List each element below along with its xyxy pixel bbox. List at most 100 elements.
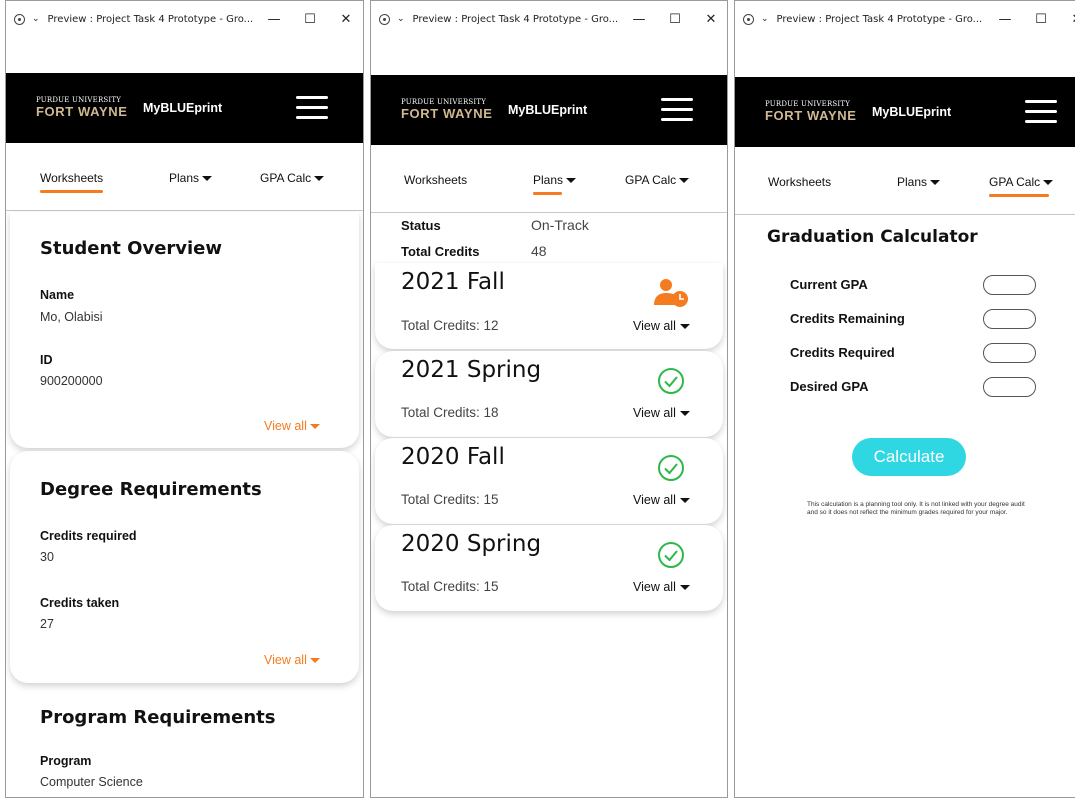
status-label: Status <box>401 218 441 233</box>
app-header: PURDUE UNIVERSITY FORT WAYNE MyBLUEprint <box>735 77 1075 147</box>
tab-plans[interactable]: Plans <box>169 171 213 185</box>
tab-plans[interactable]: Plans <box>897 175 941 189</box>
id-label: ID <box>40 353 53 367</box>
view-all-link[interactable]: View all <box>633 580 690 594</box>
view-all-link[interactable]: View all <box>633 493 690 507</box>
view-all-link[interactable]: View all <box>264 419 320 433</box>
student-overview-title: Student Overview <box>40 238 223 259</box>
pfw-logo[interactable]: PURDUE UNIVERSITY FORT WAYNE <box>765 100 857 123</box>
credits-required-label: Credits Required <box>790 345 895 360</box>
caret-down-icon <box>566 178 577 183</box>
record-icon[interactable] <box>743 13 754 25</box>
chevron-down-icon[interactable]: ⌄ <box>761 14 769 24</box>
credits-required-label: Credits required <box>40 529 137 543</box>
credits-remaining-input[interactable] <box>983 309 1036 329</box>
term-name: 2020 Fall <box>401 444 505 470</box>
term-name: 2021 Spring <box>401 357 542 383</box>
preview-window-worksheets: ⌄ Preview : Project Task 4 Prototype - G… <box>5 0 364 798</box>
credits-taken-value: 27 <box>40 617 54 631</box>
close-button[interactable]: ✕ <box>328 12 363 27</box>
tab-label: Worksheets <box>40 171 104 185</box>
total-credits-value: 48 <box>531 243 547 259</box>
app-brand: MyBLUEprint <box>872 105 952 119</box>
current-gpa-label: Current GPA <box>790 277 868 292</box>
app-brand: MyBLUEprint <box>508 103 588 117</box>
pfw-logo[interactable]: PURDUE UNIVERSITY FORT WAYNE <box>401 98 493 121</box>
tab-bar: Worksheets Plans GPA Calc <box>6 145 363 211</box>
record-icon[interactable] <box>379 13 390 25</box>
view-all-label: View all <box>633 580 676 594</box>
hamburger-menu-icon[interactable] <box>1025 100 1057 124</box>
preview-window-gpa-calc: ⌄ Preview : Project Task 4 Prototype - G… <box>734 0 1075 798</box>
caret-down-icon <box>679 178 690 183</box>
minimize-button[interactable]: — <box>256 12 292 27</box>
credits-required-input[interactable] <box>983 343 1036 363</box>
caret-down-icon <box>1043 180 1054 185</box>
logo-line1: PURDUE UNIVERSITY <box>765 100 851 108</box>
window-title: Preview : Project Task 4 Prototype - Gro… <box>47 13 254 25</box>
window-title: Preview : Project Task 4 Prototype - Gro… <box>776 13 983 25</box>
close-button[interactable]: ✕ <box>693 12 727 27</box>
maximize-button[interactable]: ☐ <box>657 12 693 27</box>
close-button[interactable]: ✕ <box>1059 12 1075 27</box>
title-bar: ⌄ Preview : Project Task 4 Prototype - G… <box>6 1 363 37</box>
tab-label: GPA Calc <box>260 171 312 185</box>
logo-line1: PURDUE UNIVERSITY <box>36 96 122 104</box>
minimize-button[interactable]: — <box>621 12 657 27</box>
tab-worksheets[interactable]: Worksheets <box>768 175 831 189</box>
credits-remaining-label: Credits Remaining <box>790 311 905 326</box>
tab-gpa-calc[interactable]: GPA Calc <box>260 171 325 185</box>
term-credits: Total Credits: 15 <box>401 492 499 507</box>
app-header: PURDUE UNIVERSITY FORT WAYNE MyBLUEprint <box>371 75 727 145</box>
minimize-button[interactable]: — <box>987 12 1023 27</box>
caret-down-icon <box>679 585 690 590</box>
tab-worksheets[interactable]: Worksheets <box>40 171 104 193</box>
view-all-link[interactable]: View all <box>633 406 690 420</box>
preview-window-plans: ⌄ Preview : Project Task 4 Prototype - G… <box>370 0 728 798</box>
maximize-button[interactable]: ☐ <box>1023 12 1059 27</box>
view-all-link[interactable]: View all <box>264 653 320 667</box>
tab-label: GPA Calc <box>989 175 1041 189</box>
tab-label: Plans <box>897 175 928 189</box>
chevron-down-icon[interactable]: ⌄ <box>397 14 405 24</box>
total-credits-label: Total Credits <box>401 244 480 259</box>
logo-line1: PURDUE UNIVERSITY <box>401 98 487 106</box>
tab-gpa-calc[interactable]: GPA Calc <box>989 175 1054 197</box>
caret-down-icon <box>679 498 690 503</box>
chevron-down-icon[interactable]: ⌄ <box>32 14 40 24</box>
tab-worksheets[interactable]: Worksheets <box>404 173 467 187</box>
caret-down-icon <box>679 324 690 329</box>
logo-line2: FORT WAYNE <box>765 108 857 123</box>
term-name: 2020 Spring <box>401 531 542 557</box>
maximize-button[interactable]: ☐ <box>292 12 328 27</box>
title-bar: ⌄ Preview : Project Task 4 Prototype - G… <box>371 1 727 37</box>
active-tab-underline <box>40 190 104 193</box>
program-value: Computer Science <box>40 775 143 789</box>
view-all-link[interactable]: View all <box>633 319 690 333</box>
term-credits: Total Credits: 15 <box>401 579 499 594</box>
tab-plans[interactable]: Plans <box>533 173 577 195</box>
tab-gpa-calc[interactable]: GPA Calc <box>625 173 690 187</box>
desired-gpa-input[interactable] <box>983 377 1036 397</box>
check-circle-icon <box>658 368 684 394</box>
tab-label: GPA Calc <box>625 173 677 187</box>
calculator-title: Graduation Calculator <box>767 227 978 247</box>
calculate-button[interactable]: Calculate <box>852 438 966 476</box>
tab-label: Worksheets <box>404 173 468 187</box>
pfw-logo[interactable]: PURDUE UNIVERSITY FORT WAYNE <box>36 96 127 119</box>
window-title: Preview : Project Task 4 Prototype - Gro… <box>412 13 619 25</box>
logo-line2: FORT WAYNE <box>401 106 493 121</box>
check-circle-icon <box>658 542 684 568</box>
hamburger-menu-icon[interactable] <box>661 98 693 122</box>
term-credits: Total Credits: 18 <box>401 405 499 420</box>
caret-down-icon <box>309 658 320 663</box>
caret-down-icon <box>309 424 320 429</box>
disclaimer-text: This calculation is a planning tool only… <box>807 501 1025 516</box>
hamburger-menu-icon[interactable] <box>296 96 328 120</box>
record-icon[interactable] <box>14 13 25 25</box>
user-clock-icon <box>654 279 688 307</box>
app-brand: MyBLUEprint <box>143 101 223 115</box>
name-label: Name <box>40 288 75 302</box>
view-all-label: View all <box>633 406 676 420</box>
current-gpa-input[interactable] <box>983 275 1036 295</box>
